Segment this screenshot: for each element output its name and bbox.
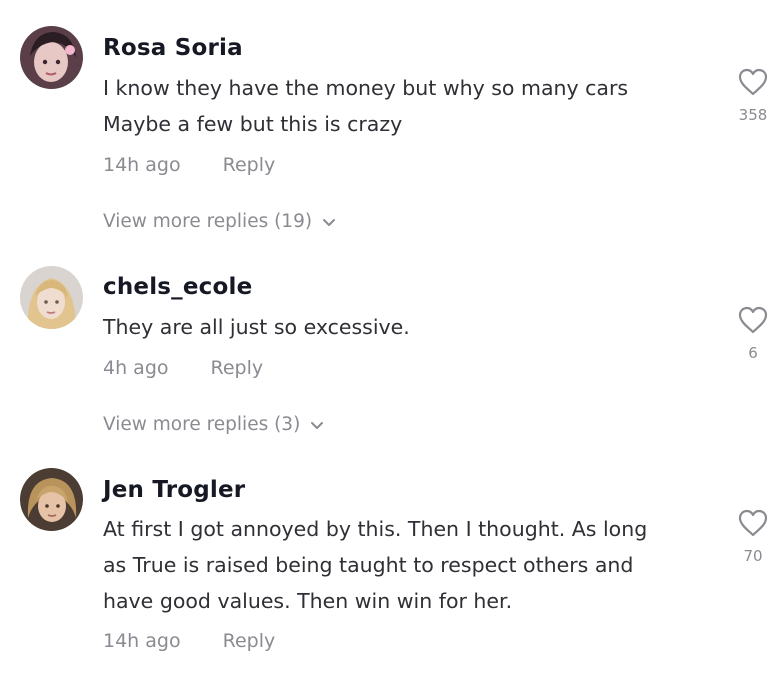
- like-count: 6: [748, 344, 758, 362]
- view-more-replies-label: View more replies (3): [103, 414, 301, 435]
- comment-text-line: I know they have the money but why so ma…: [103, 76, 629, 100]
- view-more-replies-button[interactable]: View more replies (19): [103, 211, 336, 233]
- chevron-down-icon: [322, 212, 336, 233]
- heart-outline-icon[interactable]: [737, 509, 769, 537]
- view-more-replies-button[interactable]: View more replies (3): [103, 414, 324, 436]
- comment-meta: 14h ago Reply: [103, 630, 275, 652]
- like-control: 6: [735, 306, 771, 362]
- avatar[interactable]: [20, 26, 83, 89]
- comment-text-line: At first I got annoyed by this. Then I t…: [103, 517, 648, 541]
- comment-text: I know they have the money but why so ma…: [103, 70, 713, 142]
- reply-button[interactable]: Reply: [223, 630, 276, 652]
- view-more-replies-label: View more replies (19): [103, 211, 313, 232]
- comment-text-line: as True is raised being taught to respec…: [103, 553, 634, 577]
- reply-button[interactable]: Reply: [211, 357, 264, 379]
- comment-text-line: They are all just so excessive.: [103, 315, 410, 339]
- comment-text-line: have good values. Then win win for her.: [103, 589, 513, 613]
- comment-meta: 4h ago Reply: [103, 357, 263, 379]
- comment-timestamp: 14h ago: [103, 630, 181, 652]
- comment-timestamp: 4h ago: [103, 357, 169, 379]
- comment-username[interactable]: Rosa Soria: [103, 35, 243, 61]
- reply-button[interactable]: Reply: [223, 154, 276, 176]
- comment-username[interactable]: chels_ecole: [103, 274, 252, 300]
- chevron-down-icon: [310, 415, 324, 436]
- avatar[interactable]: [20, 266, 83, 329]
- comment-timestamp: 14h ago: [103, 154, 181, 176]
- comment-username[interactable]: Jen Trogler: [103, 477, 245, 503]
- like-control: 70: [735, 509, 771, 565]
- like-control: 358: [735, 68, 771, 124]
- comment-text: They are all just so excessive.: [103, 309, 713, 345]
- heart-outline-icon[interactable]: [737, 306, 769, 334]
- comment-text: At first I got annoyed by this. Then I t…: [103, 511, 713, 619]
- heart-outline-icon[interactable]: [737, 68, 769, 96]
- like-count: 358: [738, 106, 768, 124]
- like-count: 70: [743, 547, 763, 565]
- comment-text-line: Maybe a few but this is crazy: [103, 112, 403, 136]
- comment-meta: 14h ago Reply: [103, 154, 275, 176]
- avatar[interactable]: [20, 468, 83, 531]
